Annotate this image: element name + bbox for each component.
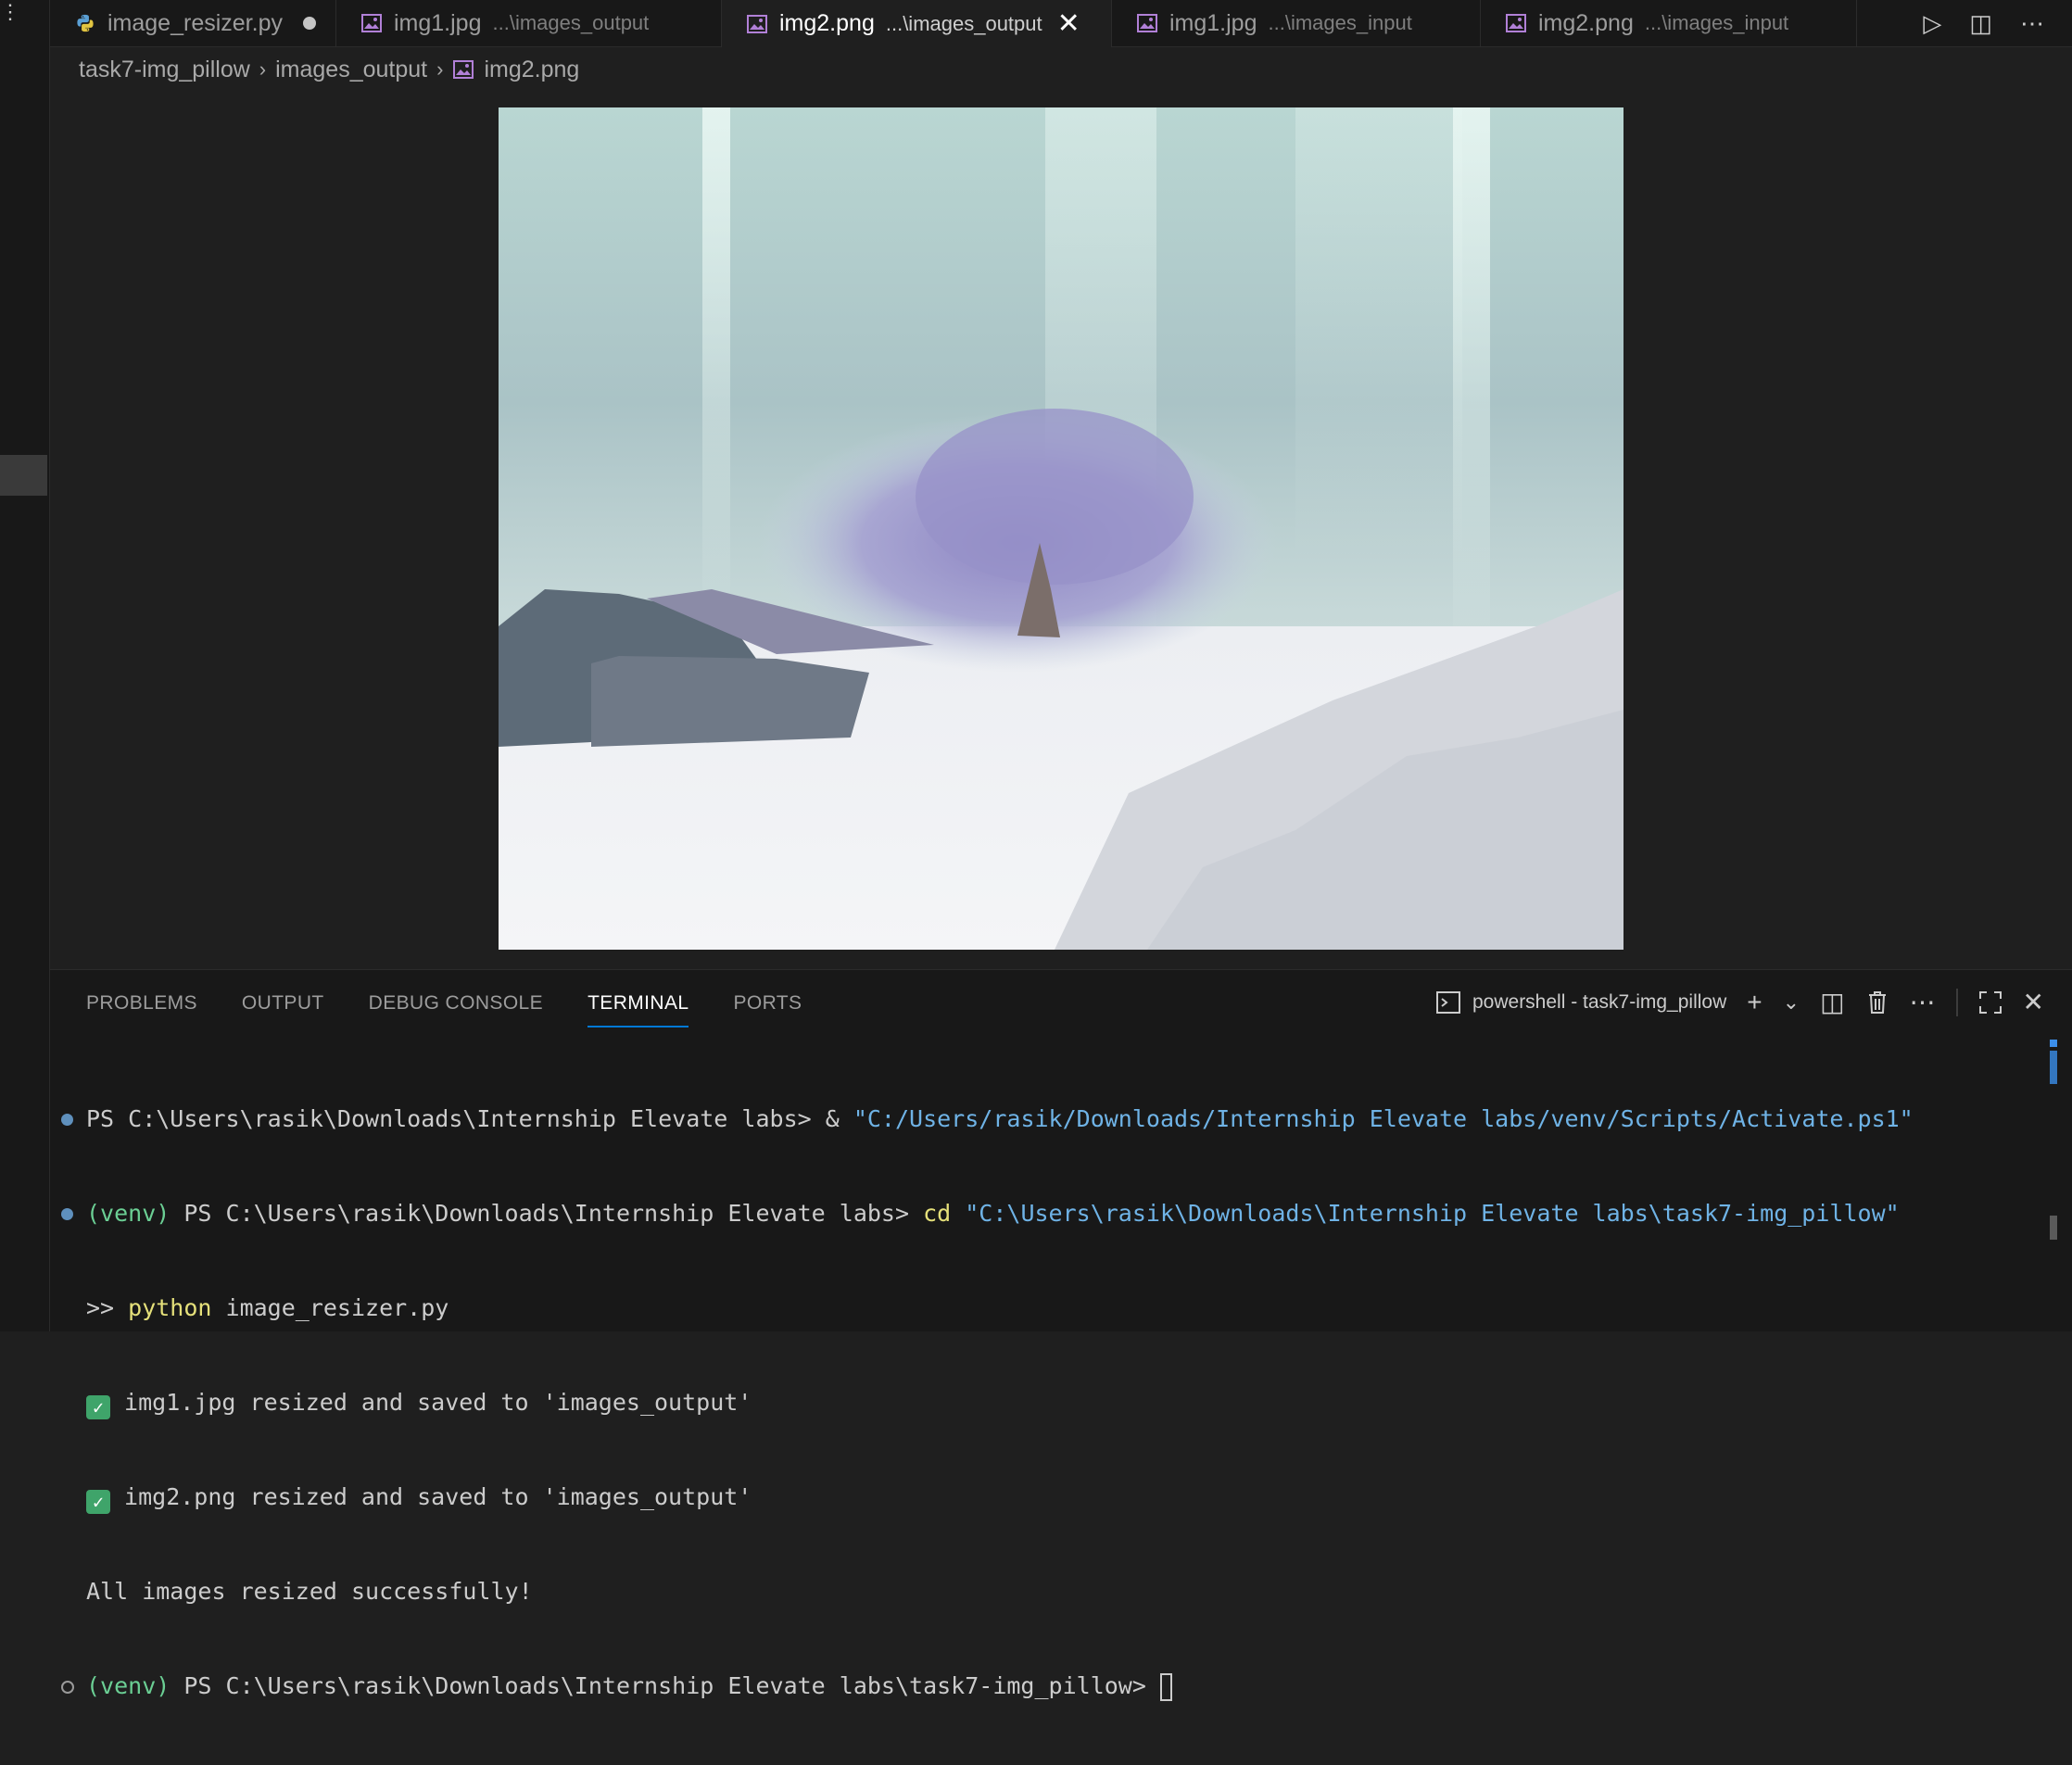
terminal-line: ✓ img1.jpg resized and saved to 'images_… [50, 1387, 2035, 1419]
tab-description: ...\images_input [1268, 11, 1412, 34]
tab-label: img2.png [779, 10, 875, 36]
terminal-output[interactable]: PS C:\Users\rasik\Downloads\Internship E… [50, 1040, 2035, 1765]
venv-indicator: (venv) [86, 1200, 184, 1227]
image-file-icon [453, 60, 474, 79]
divider [1955, 988, 1958, 1016]
terminal-line: >> python image_resizer.py [50, 1292, 2035, 1324]
tab-description: ...\images_output [885, 11, 1042, 35]
tab-ports[interactable]: PORTS [733, 992, 802, 1027]
command-success-icon[interactable] [61, 1114, 73, 1126]
run-icon[interactable]: ▷ [1923, 9, 1941, 38]
landscape-image [499, 107, 1623, 950]
split-terminal-icon[interactable]: ◫ [1820, 987, 1844, 1017]
chevron-right-icon: › [436, 57, 444, 81]
output-text: img2.png resized and saved to 'images_ou… [110, 1483, 752, 1510]
output-text: All images resized successfully! [86, 1578, 533, 1605]
panel-actions: powershell - task7-img_pillow + ⌄ ◫ ⋯ ✕ [1435, 987, 2044, 1017]
terminal-cursor [1159, 1673, 1172, 1701]
maximize-icon[interactable] [1978, 990, 2003, 1015]
argument: image_resizer.py [211, 1294, 449, 1321]
editor-actions: ▷ ◫ ⋯ [1923, 0, 2072, 46]
trash-icon[interactable] [1865, 990, 1889, 1015]
tab-img2-output[interactable]: img2.png ...\images_output ✕ [722, 0, 1112, 47]
split-editor-icon[interactable]: ◫ [1969, 9, 1992, 38]
activity-bar: ⋮ [0, 0, 50, 1331]
panel-tabs: PROBLEMS OUTPUT DEBUG CONSOLE TERMINAL P… [86, 992, 802, 1027]
image-file-icon [361, 14, 382, 32]
editor-tab-bar: image_resizer.py img1.jpg ...\images_out… [50, 0, 2072, 47]
tab-terminal[interactable]: TERMINAL [587, 992, 689, 1027]
tab-problems[interactable]: PROBLEMS [86, 992, 197, 1027]
string-arg: "C:/Users/rasik/Downloads/Internship Ele… [853, 1105, 1914, 1132]
string-arg: "C:\Users\rasik\Downloads\Internship Ele… [965, 1200, 1900, 1227]
tab-image-resizer-py[interactable]: image_resizer.py [50, 0, 336, 46]
terminal-line: All images resized successfully! [50, 1576, 2035, 1607]
terminal-name: powershell - task7-img_pillow [1472, 990, 1727, 1013]
scrollbar-marker [2050, 1051, 2057, 1084]
prompt: PS C:\Users\rasik\Downloads\Internship E… [183, 1672, 1160, 1699]
chevron-right-icon: › [259, 57, 267, 81]
tab-img1-input[interactable]: img1.jpg ...\images_input [1112, 0, 1481, 46]
python-icon [77, 14, 94, 32]
more-actions-icon[interactable]: ⋯ [1910, 987, 1936, 1017]
image-file-icon [1506, 14, 1526, 32]
image-preview [499, 107, 1623, 950]
close-icon[interactable]: ✕ [2023, 987, 2044, 1017]
command: python [128, 1294, 212, 1321]
tab-label: img1.jpg [1169, 9, 1257, 36]
command: cd [923, 1200, 966, 1227]
image-file-icon [1137, 14, 1157, 32]
breadcrumb-item[interactable]: task7-img_pillow [79, 57, 250, 83]
continuation-prompt: >> [86, 1294, 129, 1321]
unsaved-dot-icon[interactable] [302, 17, 316, 30]
new-terminal-icon[interactable]: + [1747, 988, 1762, 1017]
tab-output[interactable]: OUTPUT [242, 992, 324, 1027]
venv-indicator: (venv) [86, 1672, 184, 1699]
terminal-line: (venv) PS C:\Users\rasik\Downloads\Inter… [50, 1670, 2035, 1702]
breadcrumb-item[interactable]: images_output [275, 57, 427, 83]
output-text: img1.jpg resized and saved to 'images_ou… [110, 1389, 752, 1416]
command-success-icon[interactable] [61, 1208, 73, 1220]
check-mark-icon: ✓ [86, 1490, 110, 1514]
more-icon[interactable]: ⋮ [0, 0, 20, 24]
breadcrumb-item[interactable]: img2.png [484, 57, 579, 83]
tab-description: ...\images_output [492, 11, 650, 34]
activity-item-selected[interactable] [0, 455, 47, 496]
terminal-line: (venv) PS C:\Users\rasik\Downloads\Inter… [50, 1198, 2035, 1229]
tab-debug-console[interactable]: DEBUG CONSOLE [369, 992, 543, 1027]
tab-img1-output[interactable]: img1.jpg ...\images_output [336, 0, 722, 46]
prompt: PS C:\Users\rasik\Downloads\Internship E… [183, 1200, 924, 1227]
bottom-panel: PROBLEMS OUTPUT DEBUG CONSOLE TERMINAL P… [50, 969, 2072, 1701]
command-pending-icon[interactable] [61, 1681, 74, 1694]
tab-label: img1.jpg [394, 9, 482, 36]
image-file-icon [747, 14, 767, 33]
tab-label: image_resizer.py [107, 9, 283, 36]
breadcrumb: task7-img_pillow › images_output › img2.… [79, 53, 579, 86]
command: & [825, 1105, 853, 1132]
scrollbar-marker [2050, 1040, 2057, 1047]
tab-description: ...\images_input [1644, 11, 1789, 34]
terminal-selector[interactable]: powershell - task7-img_pillow [1435, 990, 1726, 1015]
tab-img2-input[interactable]: img2.png ...\images_input [1481, 0, 1857, 46]
terminal-line: ✓ img2.png resized and saved to 'images_… [50, 1481, 2035, 1514]
check-mark-icon: ✓ [86, 1395, 110, 1419]
more-actions-icon[interactable]: ⋯ [2020, 9, 2044, 38]
prompt: PS C:\Users\rasik\Downloads\Internship E… [86, 1105, 826, 1132]
close-icon[interactable]: ✕ [1057, 9, 1080, 38]
chevron-down-icon[interactable]: ⌄ [1783, 990, 1800, 1015]
tab-label: img2.png [1538, 9, 1634, 36]
terminal-line: PS C:\Users\rasik\Downloads\Internship E… [50, 1103, 2035, 1135]
terminal-scrollbar[interactable] [2050, 1216, 2057, 1240]
terminal-icon [1435, 990, 1460, 1014]
